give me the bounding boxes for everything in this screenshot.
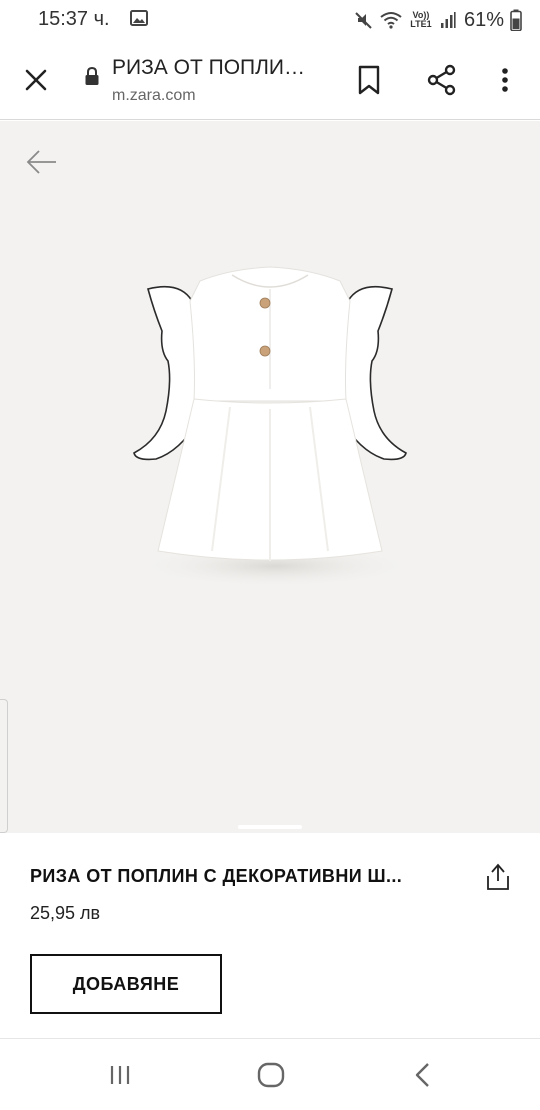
image-scroll-indicator[interactable] [238, 825, 302, 829]
system-nav-bar [0, 1038, 540, 1110]
mute-icon [355, 12, 372, 29]
back-icon[interactable] [410, 1061, 436, 1089]
product-image[interactable] [120, 261, 420, 591]
browser-toolbar: РИЗА ОТ ПОПЛИ… m.zara.com [0, 40, 540, 120]
lock-icon [85, 66, 99, 85]
product-price: 25,95 лв [30, 903, 101, 923]
wifi-icon [380, 12, 402, 29]
status-bar: 15:37 ч. Vo)) LTE1 61% [0, 0, 540, 40]
battery-icon [510, 9, 522, 31]
page-url[interactable]: m.zara.com [112, 87, 196, 105]
side-panel-tab[interactable] [0, 699, 8, 833]
product-name: РИЗА ОТ ПОПЛИН С ДЕКОРАТИВНИ Ш... [30, 866, 403, 886]
more-vert-icon[interactable] [490, 62, 520, 98]
add-to-cart-button[interactable]: ДОБАВЯНЕ [30, 954, 222, 1014]
share-up-icon[interactable] [484, 862, 512, 892]
home-icon[interactable] [256, 1061, 286, 1089]
product-gallery[interactable] [0, 121, 540, 833]
signal-icon [440, 12, 456, 28]
page-title: РИЗА ОТ ПОПЛИ… [112, 56, 306, 79]
bookmark-icon[interactable] [352, 62, 386, 98]
recents-icon[interactable] [106, 1063, 134, 1087]
gallery-icon [130, 10, 148, 26]
close-icon[interactable] [18, 62, 54, 98]
status-icons: Vo)) LTE1 61% [354, 6, 522, 34]
battery-percent: 61% [463, 8, 504, 31]
share-icon[interactable] [424, 62, 460, 98]
arrow-left-icon[interactable] [24, 147, 60, 177]
network-label: Vo)) LTE1 [410, 10, 432, 29]
status-time: 15:37 ч. [38, 8, 110, 30]
